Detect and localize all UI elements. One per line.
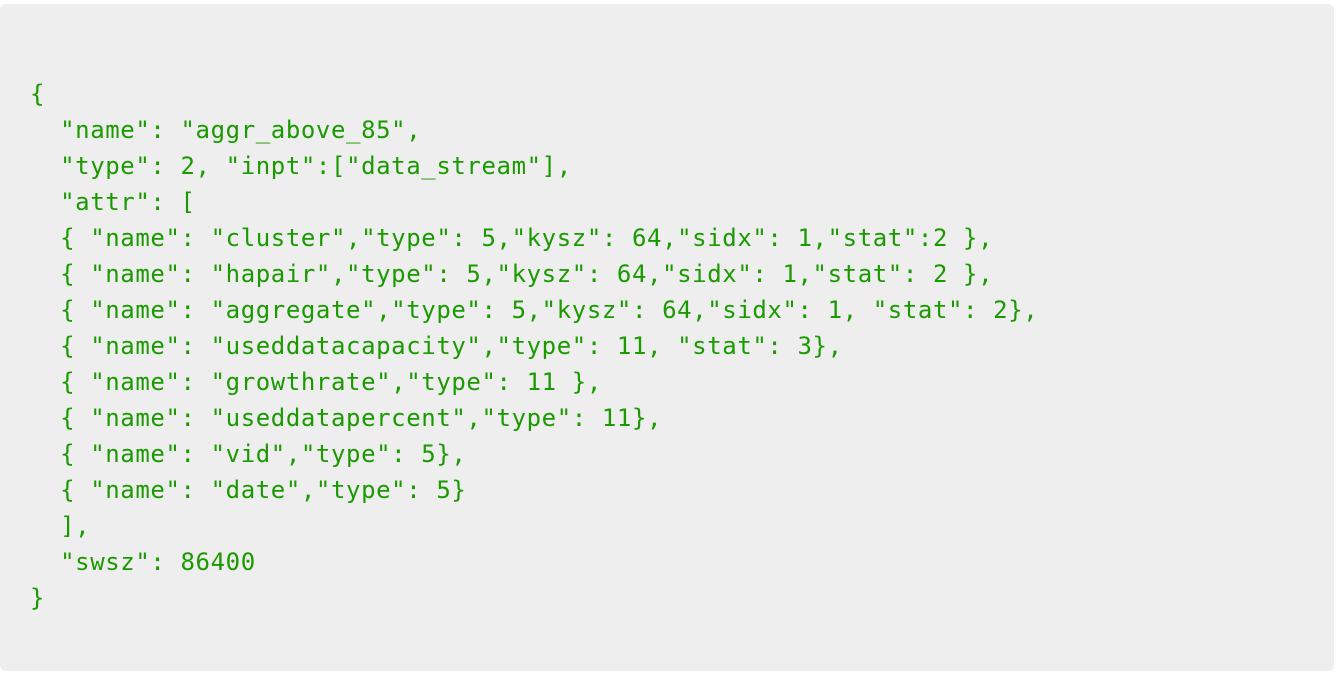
code-line: { "name": "date","type": 5} [30,476,467,504]
code-line: { "name": "hapair","type": 5,"kysz": 64,… [30,260,994,288]
code-line: "name": "aggr_above_85", [30,116,422,144]
code-line: } [30,584,46,612]
code-line: { "name": "useddatacapacity","type": 11,… [30,332,843,360]
code-line: { [30,80,46,108]
code-line: { "name": "aggregate","type": 5,"kysz": … [30,296,1039,324]
code-line: "swsz": 86400 [30,548,256,576]
code-line: { "name": "useddatapercent","type": 11}, [30,404,663,432]
code-line: "type": 2, "inpt":["data_stream"], [30,152,572,180]
code-block: { "name": "aggr_above_85", "type": 2, "i… [30,76,1038,616]
code-line: ], [30,512,91,540]
code-line: { "name": "growthrate","type": 11 }, [30,368,602,396]
code-snippet-panel: { "name": "aggr_above_85", "type": 2, "i… [0,4,1334,671]
code-line: { "name": "cluster","type": 5,"kysz": 64… [30,224,994,252]
code-line: "attr": [ [30,188,196,216]
code-line: { "name": "vid","type": 5}, [30,440,467,468]
